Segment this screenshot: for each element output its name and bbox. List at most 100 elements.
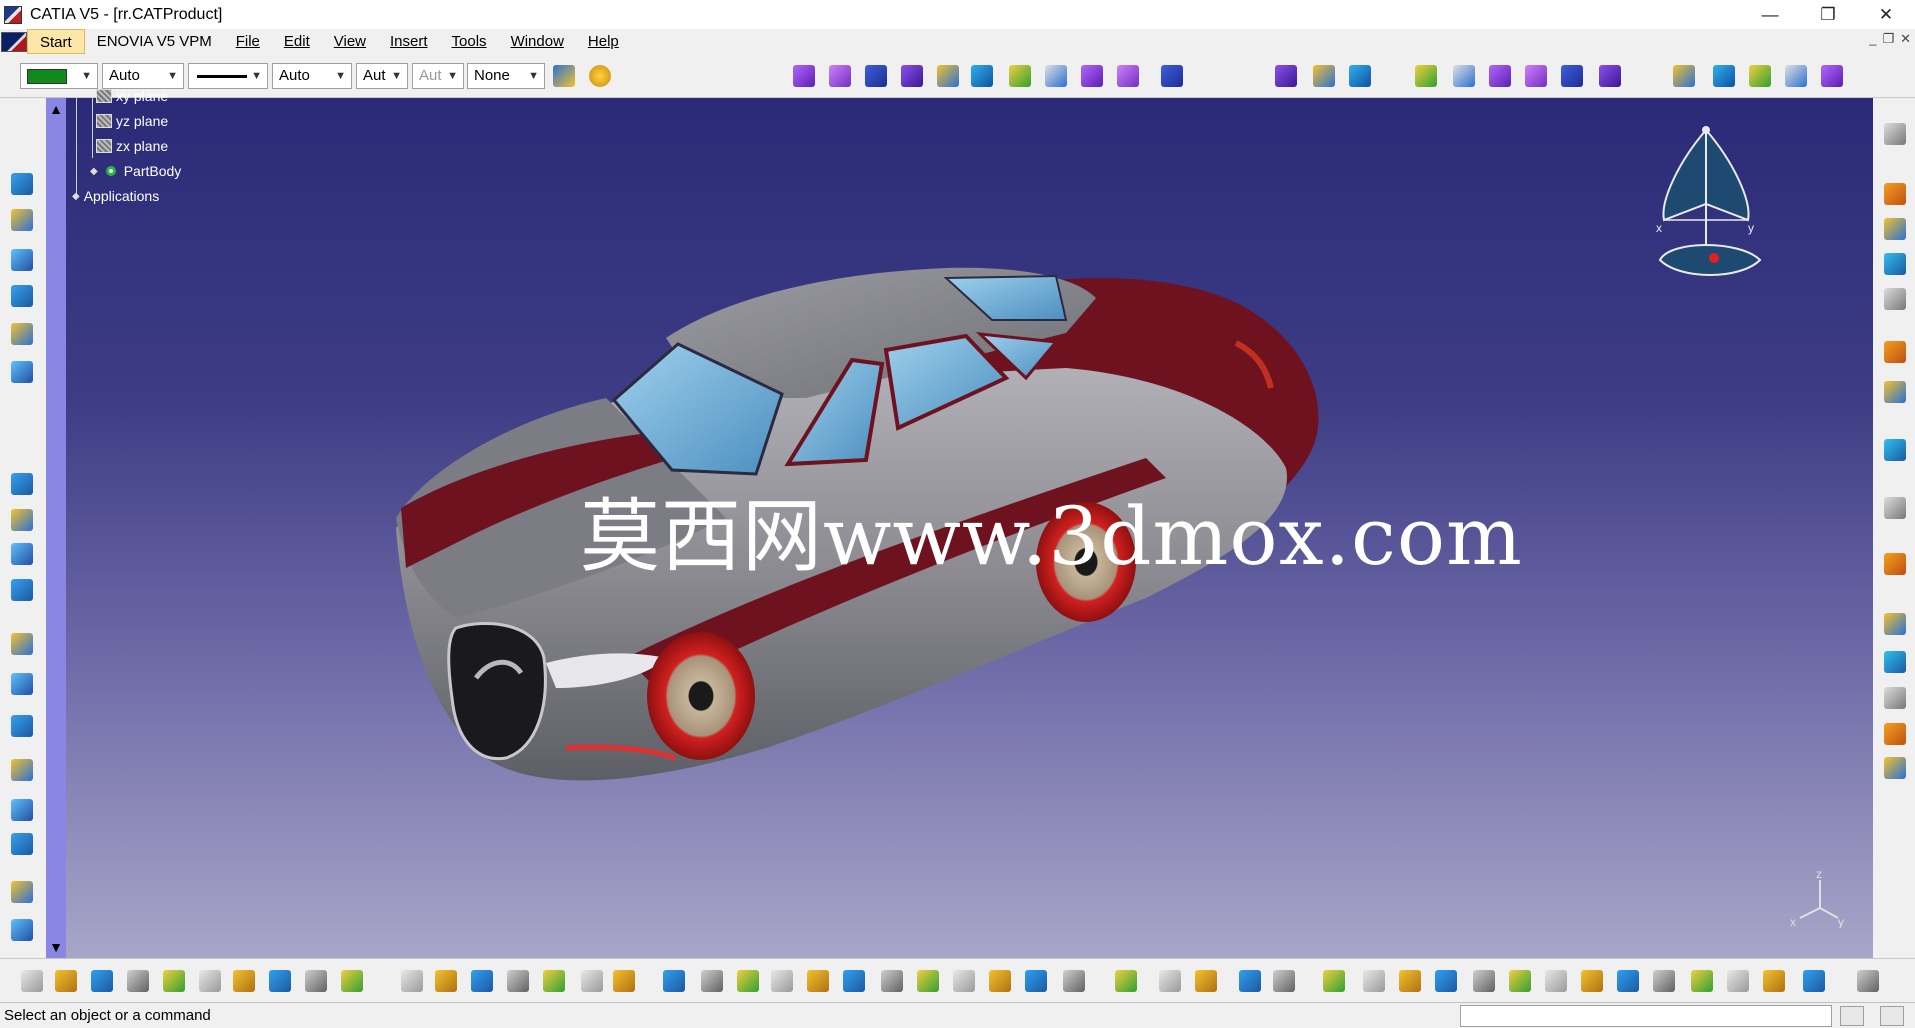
standard-toolbar-tool-icon[interactable] [540,967,568,995]
command-input[interactable] [1460,1005,1832,1027]
left-toolbar-tool-icon[interactable] [8,170,36,198]
menu-file[interactable]: File [224,29,272,54]
standard-toolbar-tool-icon[interactable] [1542,967,1570,995]
doc-minimize-icon[interactable]: _ [1869,31,1876,47]
left-toolbar-tool-icon[interactable] [8,878,36,906]
standard-toolbar-tool-icon[interactable] [432,967,460,995]
doc-close-icon[interactable]: ✕ [1900,31,1911,47]
layer-combo[interactable]: None ▼ [467,63,545,89]
right-toolbar-tool-icon[interactable] [1881,720,1909,748]
left-toolbar-tool-icon[interactable] [8,830,36,858]
standard-toolbar-tool-icon[interactable] [1112,967,1140,995]
right-toolbar-tool-icon[interactable] [1881,180,1909,208]
standard-toolbar-tool-icon[interactable] [398,967,426,995]
right-toolbar-tool-icon[interactable] [1881,378,1909,406]
top-toolbar-tool-icon[interactable] [1078,62,1106,90]
standard-toolbar-tool-icon[interactable] [1432,967,1460,995]
right-toolbar-tool-icon[interactable] [1881,285,1909,313]
material-icon[interactable] [586,62,614,90]
left-toolbar-tool-icon[interactable] [8,246,36,274]
close-button[interactable]: ✕ [1857,0,1915,29]
left-toolbar-tool-icon[interactable] [8,540,36,568]
standard-toolbar-tool-icon[interactable] [1192,967,1220,995]
standard-toolbar-tool-icon[interactable] [1470,967,1498,995]
standard-toolbar-tool-icon[interactable] [578,967,606,995]
standard-toolbar-tool-icon[interactable] [1022,967,1050,995]
minimize-button[interactable]: — [1741,0,1799,29]
standard-toolbar-tool-icon[interactable] [840,967,868,995]
right-toolbar-tool-icon[interactable] [1881,754,1909,782]
top-toolbar-tool-icon[interactable] [1158,62,1186,90]
standard-toolbar-tool-icon[interactable] [1270,967,1298,995]
right-toolbar-tool-icon[interactable] [1881,120,1909,148]
top-toolbar-tool-icon[interactable] [1558,62,1586,90]
top-toolbar-tool-icon[interactable] [1522,62,1550,90]
standard-toolbar-tool-icon[interactable] [734,967,762,995]
left-toolbar-tool-icon[interactable] [8,670,36,698]
standard-toolbar-tool-icon[interactable] [914,967,942,995]
standard-toolbar-tool-icon[interactable] [504,967,532,995]
tree-node-partbody[interactable]: ◆ PartBody [90,163,181,179]
standard-toolbar-tool-icon[interactable] [468,967,496,995]
standard-toolbar-tool-icon[interactable] [1156,967,1184,995]
standard-toolbar-tool-icon[interactable] [1614,967,1642,995]
left-toolbar-tool-icon[interactable] [8,282,36,310]
standard-toolbar-tool-icon[interactable] [1688,967,1716,995]
left-toolbar-tool-icon[interactable] [8,916,36,944]
compass-widget[interactable]: x y [1650,120,1770,290]
standard-toolbar-tool-icon[interactable] [1854,967,1882,995]
right-toolbar-tool-icon[interactable] [1881,648,1909,676]
point-type-combo[interactable]: Aut ▼ [356,63,408,89]
left-toolbar-tool-icon[interactable] [8,206,36,234]
standard-toolbar-tool-icon[interactable] [52,967,80,995]
right-toolbar-tool-icon[interactable] [1881,610,1909,638]
standard-toolbar-tool-icon[interactable] [1724,967,1752,995]
menu-view[interactable]: View [322,29,378,54]
standard-toolbar-tool-icon[interactable] [698,967,726,995]
line-weight-combo[interactable]: ▼ [188,63,268,89]
top-toolbar-tool-icon[interactable] [1450,62,1478,90]
right-toolbar-tool-icon[interactable] [1881,436,1909,464]
menu-window[interactable]: Window [499,29,576,54]
left-toolbar-tool-icon[interactable] [8,320,36,348]
standard-toolbar-tool-icon[interactable] [160,967,188,995]
top-toolbar-tool-icon[interactable] [1412,62,1440,90]
left-toolbar-tool-icon[interactable] [8,630,36,658]
top-toolbar-tool-icon[interactable] [1670,62,1698,90]
left-toolbar-tool-icon[interactable] [8,576,36,604]
standard-toolbar-tool-icon[interactable] [302,967,330,995]
standard-toolbar-tool-icon[interactable] [88,967,116,995]
painter-icon[interactable] [550,62,578,90]
top-toolbar-tool-icon[interactable] [1818,62,1846,90]
standard-toolbar-tool-icon[interactable] [660,967,688,995]
top-toolbar-tool-icon[interactable] [1310,62,1338,90]
top-toolbar-tool-icon[interactable] [1114,62,1142,90]
right-toolbar-tool-icon[interactable] [1881,338,1909,366]
top-toolbar-tool-icon[interactable] [1746,62,1774,90]
standard-toolbar-tool-icon[interactable] [266,967,294,995]
standard-toolbar-tool-icon[interactable] [1360,967,1388,995]
right-toolbar-tool-icon[interactable] [1881,215,1909,243]
right-toolbar-tool-icon[interactable] [1881,494,1909,522]
top-toolbar-tool-icon[interactable] [1042,62,1070,90]
top-toolbar-tool-icon[interactable] [1596,62,1624,90]
left-toolbar-tool-icon[interactable] [8,506,36,534]
tree-node-xy-plane[interactable]: xy plane [96,88,168,104]
standard-toolbar-tool-icon[interactable] [1396,967,1424,995]
scroll-up-icon[interactable]: ▲ [49,102,63,116]
menu-enovia[interactable]: ENOVIA V5 VPM [85,29,224,54]
menu-start[interactable]: Start [27,29,85,54]
standard-toolbar-tool-icon[interactable] [1800,967,1828,995]
right-toolbar-tool-icon[interactable] [1881,684,1909,712]
standard-toolbar-tool-icon[interactable] [1578,967,1606,995]
left-toolbar-tool-icon[interactable] [8,470,36,498]
tree-node-yz-plane[interactable]: yz plane [96,113,168,129]
scroll-down-icon[interactable]: ▼ [49,940,63,954]
line-type-combo[interactable]: Auto ▼ [272,63,352,89]
standard-toolbar-tool-icon[interactable] [1650,967,1678,995]
standard-toolbar-tool-icon[interactable] [1760,967,1788,995]
standard-toolbar-tool-icon[interactable] [1236,967,1264,995]
menu-edit[interactable]: Edit [272,29,322,54]
right-toolbar-tool-icon[interactable] [1881,250,1909,278]
standard-toolbar-tool-icon[interactable] [1320,967,1348,995]
